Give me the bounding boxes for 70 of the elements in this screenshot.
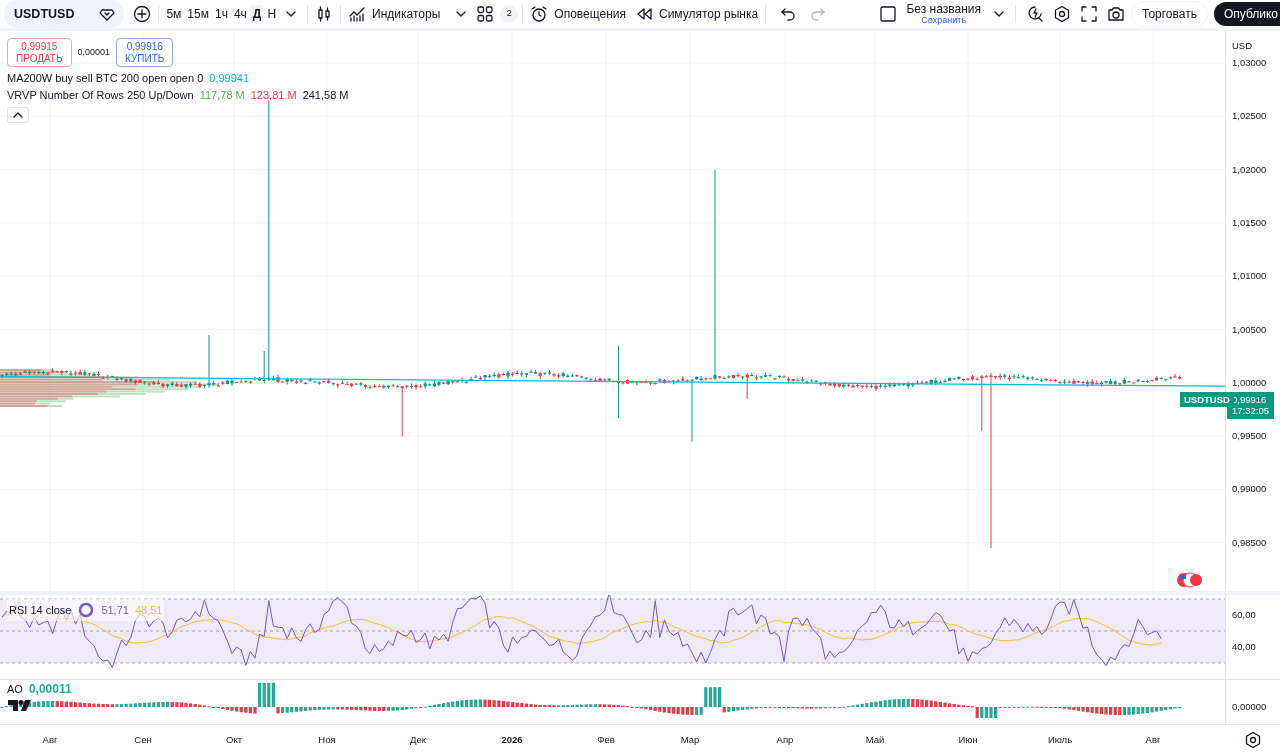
price-label: 1,01000 — [1232, 269, 1267, 284]
interval-button[interactable]: Н — [264, 5, 280, 23]
time-label: Окт — [226, 733, 242, 747]
fullscreen-icon — [1080, 5, 1098, 23]
study-title[interactable]: MA200W buy sell BTC 200 open open 0 — [7, 73, 204, 84]
publish-button[interactable]: Опублико — [1213, 2, 1280, 26]
save-link[interactable]: Сохранить — [921, 15, 967, 25]
layout-name: Без названия — [906, 3, 981, 16]
study-value: 51,71 — [101, 604, 129, 616]
price-label: 1,00500 — [1232, 322, 1267, 337]
settings-icon — [1053, 5, 1071, 23]
sell-button[interactable]: 0,99915 ПРОДАТЬ — [7, 38, 72, 67]
price-label: 1,03000 — [1232, 55, 1267, 70]
time-label: Ноя — [318, 733, 336, 747]
camera-icon — [1107, 5, 1125, 23]
time-label: Авг — [1145, 733, 1161, 747]
lightning-search-icon — [1026, 5, 1044, 23]
symbol-search-field[interactable]: USDTUSD — [4, 0, 125, 28]
time-label: Дек — [410, 733, 426, 747]
study-value: 48,51 — [134, 604, 163, 616]
add-icon — [133, 5, 152, 23]
alarm-clock-icon — [530, 5, 549, 23]
time-label: Мар — [680, 733, 700, 747]
replay-button[interactable]: Симулятор рынка — [631, 2, 762, 26]
time-label: Апр — [776, 733, 794, 747]
settings-icon — [1244, 731, 1262, 749]
study-title[interactable]: VRVP Number Of Rows 250 Up/Down — [7, 90, 194, 101]
alerts-button[interactable]: Оповещения — [527, 2, 629, 26]
study-value: 117,78 M — [199, 90, 245, 101]
time-label: Июль — [1047, 733, 1073, 747]
interval-button[interactable]: 1ч — [211, 5, 231, 23]
time-label: Сен — [134, 733, 152, 747]
interval-button[interactable]: 5м — [163, 5, 185, 23]
logo-icon — [8, 700, 31, 711]
price-label: 0,99000 — [1232, 482, 1267, 497]
buy-button[interactable]: 0,99916 КУПИТЬ — [116, 38, 174, 67]
interval-button[interactable]: Д — [249, 5, 265, 23]
time-label: Фев — [597, 733, 615, 747]
price-label: 1,00000 — [1232, 375, 1267, 390]
interval-button[interactable]: 15м — [184, 5, 212, 23]
study-value: 123,81 M — [250, 90, 297, 101]
time-label: Июн — [958, 733, 978, 747]
price-label: 1,01500 — [1232, 215, 1267, 230]
rsi-level-label: 40,00 — [1232, 639, 1256, 654]
price-label: 1,02000 — [1232, 162, 1267, 177]
layouts-count-badge: 2 — [500, 5, 519, 23]
spread-value: 0,00001 — [77, 45, 111, 59]
symbol-tag: USDTUSD — [1180, 392, 1234, 408]
time-label: Май — [865, 733, 885, 747]
study-value: 0,00011 — [28, 683, 72, 695]
countdown-timer: 17:32:05 — [1232, 405, 1269, 417]
symbol-name: USDTUSD — [14, 5, 75, 23]
grid-icon — [476, 5, 495, 23]
time-label: Авг — [42, 733, 58, 747]
price-label: 0,99500 — [1232, 428, 1267, 443]
collapse-button[interactable] — [7, 107, 29, 123]
price-label: 1,02500 — [1232, 109, 1267, 124]
study-value: 0,99941 — [209, 73, 250, 84]
study-title[interactable]: AO — [7, 683, 23, 695]
time-label: 2026 — [501, 733, 523, 747]
square-icon — [879, 5, 898, 23]
rsi-level-label: 60,00 — [1232, 607, 1256, 622]
study-title[interactable]: RSI 14 close — [9, 604, 72, 616]
currency-label[interactable]: USD — [1232, 38, 1253, 54]
price-label: 0,98500 — [1232, 535, 1267, 550]
line-chart-icon — [348, 5, 367, 23]
study-value: 241,58 M — [302, 90, 349, 101]
indicators-button[interactable]: Индикаторы — [345, 2, 444, 26]
interval-button[interactable]: 4ч — [230, 5, 250, 23]
ao-level-label: 0,00000 — [1232, 699, 1267, 714]
